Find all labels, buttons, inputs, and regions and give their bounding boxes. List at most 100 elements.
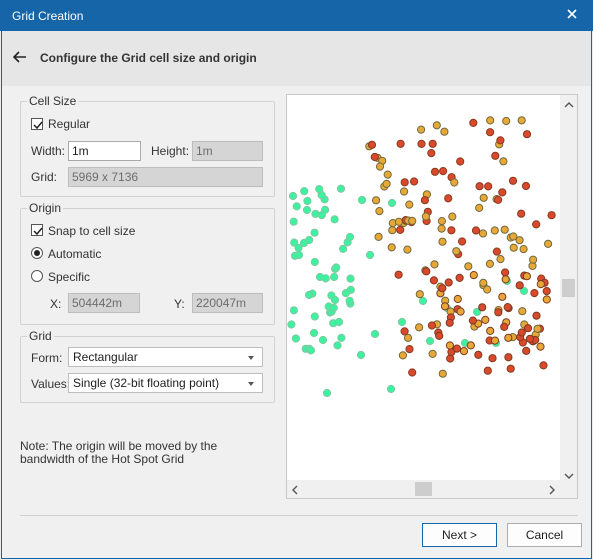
- values-dropdown[interactable]: Single (32-bit floating point): [68, 373, 263, 393]
- origin-x-input: [68, 293, 140, 313]
- wizard-header: Configure the Grid cell size and origin: [2, 31, 591, 86]
- specific-label: Specific: [48, 270, 91, 284]
- map-point: [341, 289, 350, 298]
- map-point: [515, 281, 524, 290]
- map-point: [536, 342, 545, 351]
- map-point: [322, 388, 332, 398]
- map-point: [500, 322, 509, 331]
- map-point: [394, 270, 403, 279]
- map-point: [357, 195, 367, 205]
- back-arrow-icon[interactable]: [12, 50, 28, 64]
- form-dropdown-value: Rectangular: [73, 350, 138, 364]
- origin-y-input: [192, 293, 263, 313]
- map-point: [471, 226, 481, 235]
- window-title: Grid Creation: [12, 9, 84, 23]
- horizontal-scroll-thumb[interactable]: [415, 482, 432, 496]
- footer-divider: [20, 515, 578, 516]
- page-heading: Configure the Grid cell size and origin: [40, 51, 257, 65]
- map-point: [330, 272, 339, 282]
- map-point: [509, 243, 518, 252]
- map-point: [310, 228, 319, 237]
- map-point: [345, 232, 355, 242]
- map-point: [504, 353, 513, 362]
- map-point: [492, 247, 501, 256]
- map-point: [345, 296, 354, 305]
- width-input[interactable]: [68, 141, 141, 161]
- grid-size-readout: [68, 167, 263, 187]
- map-point: [452, 247, 461, 256]
- radio-selected-dot: [34, 250, 40, 256]
- map-point: [428, 349, 437, 358]
- horizontal-scrollbar[interactable]: [287, 480, 561, 498]
- map-point: [496, 136, 505, 145]
- scroll-right-icon[interactable]: [548, 484, 556, 498]
- specific-radio[interactable]: [31, 270, 43, 282]
- map-point: [486, 116, 495, 125]
- map-point: [440, 127, 449, 136]
- map-point: [479, 278, 488, 287]
- map-point: [494, 195, 503, 205]
- map-point: [372, 196, 381, 205]
- map-point: [503, 303, 512, 312]
- map-point: [383, 170, 392, 179]
- map-point: [519, 245, 528, 254]
- map-point: [444, 194, 453, 203]
- values-dropdown-value: Single (32-bit floating point): [73, 376, 220, 390]
- map-point: [517, 209, 526, 218]
- map-point: [532, 311, 541, 320]
- map-point: [417, 139, 426, 149]
- map-point: [387, 243, 396, 252]
- regular-checkbox[interactable]: [31, 118, 43, 130]
- map-point: [329, 303, 338, 312]
- map-point: [502, 116, 511, 126]
- map-point: [544, 239, 553, 248]
- map-point: [310, 312, 319, 321]
- grid-size-label: Grid:: [31, 170, 58, 184]
- map-point: [518, 307, 527, 316]
- map-point: [365, 250, 375, 260]
- close-icon[interactable]: [563, 5, 581, 23]
- map-point: [332, 263, 341, 272]
- map-point: [498, 292, 507, 301]
- map-point: [387, 198, 397, 208]
- map-point: [317, 211, 326, 220]
- map-point: [415, 323, 424, 332]
- map-point: [517, 328, 526, 337]
- map-point: [475, 203, 484, 213]
- map-point: [346, 274, 355, 283]
- automatic-radio[interactable]: [31, 247, 43, 259]
- map-point: [494, 308, 503, 317]
- map-point: [289, 306, 298, 315]
- map-point: [522, 346, 531, 355]
- map-point: [509, 232, 518, 241]
- next-button[interactable]: Next >: [422, 523, 497, 547]
- map-point: [484, 182, 493, 191]
- grid-preview-panel[interactable]: [286, 94, 578, 499]
- scroll-up-icon[interactable]: [564, 98, 574, 112]
- map-point: [458, 237, 467, 246]
- map-point: [292, 202, 301, 211]
- map-point: [506, 364, 515, 373]
- form-dropdown[interactable]: Rectangular: [68, 347, 263, 367]
- map-point: [405, 200, 414, 209]
- origin-legend: Origin: [27, 201, 64, 215]
- map-point: [488, 354, 497, 363]
- map-point: [405, 345, 414, 354]
- chevron-down-icon: [248, 382, 254, 386]
- map-point: [394, 217, 404, 226]
- scroll-left-icon[interactable]: [291, 484, 299, 498]
- map-point: [408, 216, 417, 226]
- map-point: [430, 260, 439, 269]
- origin-y-label: Y:: [174, 297, 185, 311]
- cancel-button[interactable]: Cancel: [507, 523, 582, 547]
- snap-to-cell-checkbox[interactable]: [31, 224, 43, 236]
- map-point: [485, 259, 494, 268]
- map-point: [435, 331, 444, 340]
- map-point: [287, 320, 296, 329]
- map-point: [315, 185, 324, 194]
- map-point: [496, 255, 505, 264]
- vertical-scroll-thumb[interactable]: [562, 279, 575, 297]
- map-point: [508, 176, 518, 185]
- map-point: [303, 196, 312, 206]
- vertical-scrollbar[interactable]: [560, 95, 577, 481]
